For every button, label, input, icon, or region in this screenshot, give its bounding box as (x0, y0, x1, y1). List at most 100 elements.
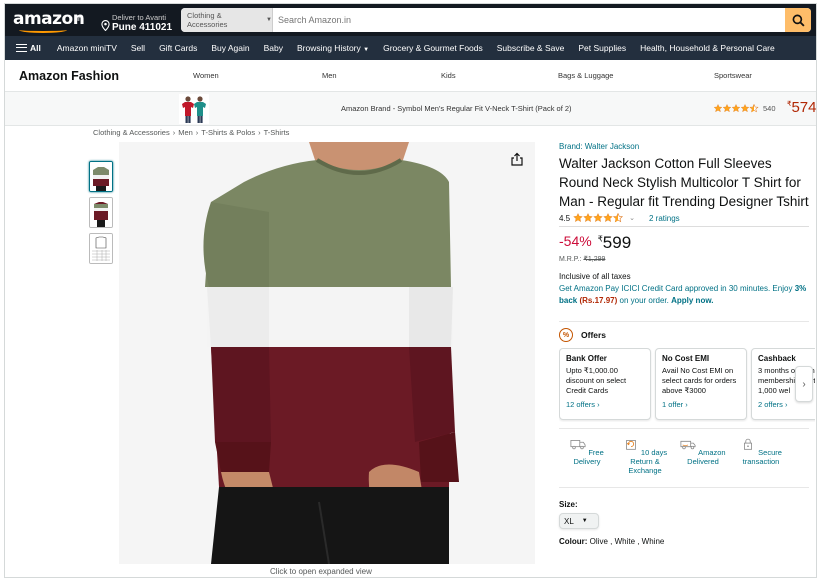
offer-card-body: Upto ₹1,000.00 discount on select Credit… (566, 366, 627, 395)
icici-line1: Get Amazon Pay ICICI Credit Card approve… (559, 284, 793, 293)
main-product-image[interactable] (119, 142, 535, 564)
breadcrumb-item[interactable]: Men (178, 128, 193, 137)
nav-buy-again[interactable]: Buy Again (211, 43, 249, 53)
service-features: Free Delivery 10 days Return & Exchange … (559, 428, 809, 488)
thumbnail-front[interactable] (89, 161, 113, 192)
fashion-brand-title[interactable]: Amazon Fashion (19, 69, 194, 83)
colour-label: Colour: (559, 537, 588, 546)
size-select[interactable]: XL ▼ (559, 513, 599, 529)
sponsored-product-strip[interactable]: Amazon Brand - Symbol Men's Regular Fit … (5, 92, 817, 126)
offers-heading-label: Offers (581, 330, 607, 340)
truck-icon (570, 440, 586, 450)
feature-amazon-delivered[interactable]: Amazon Delivered (675, 437, 731, 466)
deliver-to[interactable]: Deliver to Avanti Pune 411021 (101, 7, 172, 33)
breadcrumb-item[interactable]: T-Shirts (264, 128, 290, 137)
feature-label: 10 days Return & Exchange (628, 448, 668, 475)
mrp: M.R.P.: ₹1,299 (559, 255, 809, 263)
amazon-logo[interactable]: amazon .in (13, 7, 85, 33)
discount-percent: -54% (559, 233, 592, 249)
price-value: 599 (602, 233, 632, 252)
strip-price-value: 574 (791, 99, 817, 116)
nav-baby[interactable]: Baby (264, 43, 283, 53)
deliver-line2: Pune 411021 (112, 22, 173, 33)
nav-sell[interactable]: Sell (131, 43, 145, 53)
offer-cards: Bank Offer Upto ₹1,000.00 discount on se… (559, 348, 815, 422)
mrp-label: M.R.P.: (559, 256, 582, 263)
feature-return[interactable]: 10 days Return & Exchange (617, 437, 673, 475)
mrp-value: ₹1,299 (583, 256, 606, 263)
strip-price: ₹574 (787, 99, 817, 116)
fashion-cat-men[interactable]: Men (322, 71, 337, 80)
thumbnail-image (90, 198, 112, 227)
deliver-line1: Deliver to Avanti (112, 13, 167, 22)
offer-card-link[interactable]: 1 offer › (662, 400, 740, 409)
icici-apply-link[interactable]: Apply now. (671, 296, 713, 305)
hamburger-icon (16, 44, 27, 52)
search-button[interactable] (785, 8, 811, 32)
search-category-label: Clothing & Accessories (187, 11, 228, 29)
star-rating-icon (713, 104, 759, 113)
delivery-van-icon (680, 440, 696, 450)
breadcrumb-separator: › (195, 128, 199, 137)
fashion-cat-bags[interactable]: Bags & Luggage (558, 71, 613, 80)
location-pin-icon (101, 20, 110, 31)
fashion-cat-women[interactable]: Women (193, 71, 219, 80)
thumbnail-size-chart[interactable] (89, 233, 113, 264)
all-menu-button[interactable]: All (16, 43, 41, 53)
tax-note: Inclusive of all taxes (559, 272, 631, 281)
icici-amount: (Rs.17.97) (579, 296, 618, 305)
nav-pet-supplies[interactable]: Pet Supplies (578, 43, 626, 53)
ratings-count-link[interactable]: 2 ratings (649, 214, 680, 223)
return-icon (625, 440, 636, 450)
breadcrumb-separator: › (172, 128, 176, 137)
fashion-cat-sportswear[interactable]: Sportswear (714, 71, 752, 80)
search-category-dropdown[interactable]: Clothing & Accessories ▼ (181, 8, 273, 32)
feature-secure[interactable]: Secure transaction (733, 437, 789, 466)
breadcrumb-item[interactable]: T-Shirts & Polos (201, 128, 255, 137)
chevron-down-icon: ▼ (581, 518, 588, 524)
nav-browsing-history[interactable]: Browsing History ▼ (297, 43, 369, 53)
product-title: Walter Jackson Cotton Full Sleeves Round… (559, 156, 809, 209)
breadcrumb: Clothing & Accessories › Men › T-Shirts & Po… (93, 128, 289, 137)
offer-card-emi[interactable]: No Cost EMI Avail No Cost EMI on select … (655, 348, 747, 420)
feature-free-delivery[interactable]: Free Delivery (559, 437, 615, 466)
nav-health[interactable]: Health, Household & Personal Care (640, 43, 775, 53)
top-nav: amazon .in Deliver to Avanti Pune 411021… (5, 4, 816, 36)
nav-subscribe-save[interactable]: Subscribe & Save (497, 43, 565, 53)
fashion-cat-kids[interactable]: Kids (441, 71, 456, 80)
chevron-right-icon: › (802, 378, 806, 390)
offer-card-title: Cashback (758, 354, 796, 363)
colour-section: Colour: Olive , White , Whine (559, 537, 809, 546)
thumbnail-back[interactable] (89, 197, 113, 228)
star-rating-icon[interactable] (573, 213, 624, 223)
nav-gift-cards[interactable]: Gift Cards (159, 43, 197, 53)
nav-grocery[interactable]: Grocery & Gourmet Foods (383, 43, 483, 53)
breadcrumb-item[interactable]: Clothing & Accessories (93, 128, 170, 137)
brand-link[interactable]: Brand: Walter Jackson (559, 142, 809, 151)
image-thumbnails (89, 161, 115, 269)
share-icon[interactable] (510, 152, 524, 166)
strip-product-title[interactable]: Amazon Brand - Symbol Men's Regular Fit … (341, 104, 572, 113)
offer-card-link[interactable]: 12 offers › (566, 400, 644, 409)
rating-value: 4.5 (559, 213, 571, 223)
chevron-down-icon: ▼ (266, 17, 272, 23)
offer-card-bank[interactable]: Bank Offer Upto ₹1,000.00 discount on se… (559, 348, 651, 420)
strip-rating[interactable]: 540 (713, 104, 776, 113)
expand-image-hint[interactable]: Click to open expanded view (270, 567, 372, 576)
sub-nav: All Amazon miniTV Sell Gift Cards Buy Ag… (5, 36, 816, 60)
chevron-down-icon[interactable]: ⌄ (629, 214, 635, 222)
strip-rating-count: 540 (763, 104, 776, 113)
thumbnail-image (90, 234, 112, 263)
nav-minitv[interactable]: Amazon miniTV (57, 43, 117, 53)
offers-next-button[interactable]: › (795, 366, 813, 402)
offer-card-body: Avail No Cost EMI on select cards for or… (662, 366, 737, 395)
icici-rest: on your order. (619, 296, 669, 305)
icici-offer[interactable]: Get Amazon Pay ICICI Credit Card approve… (559, 283, 809, 307)
price-row: -54% ₹599 (559, 233, 809, 253)
nav-browsing-history-label: Browsing History (296, 43, 361, 53)
product-photo (119, 142, 535, 564)
offer-percent-icon: % (559, 328, 573, 342)
search-input[interactable] (273, 8, 785, 32)
rating-row: 4.5 ⌄ 2 ratings (559, 213, 809, 227)
logo-tld: .in (74, 14, 83, 23)
